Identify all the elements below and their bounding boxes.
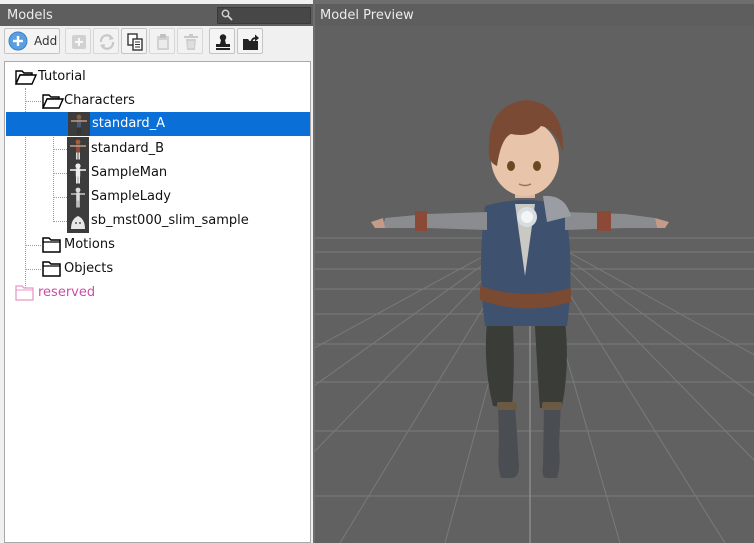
paste-button[interactable]	[149, 28, 175, 54]
slime-icon	[71, 216, 85, 229]
tree-item-label: Tutorial	[38, 69, 86, 84]
character-icon	[70, 163, 86, 184]
copy-icon	[127, 33, 143, 51]
model-thumbnail	[67, 185, 89, 209]
folder-open-icon	[15, 70, 37, 85]
folder-icon	[42, 261, 61, 277]
tree-item-label: Motions	[64, 237, 115, 252]
models-panel-header: Models	[0, 4, 313, 26]
character-icon	[71, 187, 85, 208]
export-icon	[243, 34, 259, 50]
tree-item-label: reserved	[38, 285, 96, 300]
stamp-icon	[216, 34, 230, 50]
character-icon	[70, 139, 86, 160]
model-thumbnail	[68, 112, 90, 136]
model-preview-viewport[interactable]	[315, 26, 754, 543]
tree-item-label: standard_A	[92, 116, 166, 131]
tree-item-characters[interactable]: Characters	[5, 89, 310, 113]
copy-button[interactable]	[121, 28, 147, 54]
delete-icon	[184, 34, 198, 50]
tree-item-label: SampleLady	[91, 189, 171, 204]
search-input[interactable]	[217, 7, 311, 24]
add-button-label: Add	[34, 34, 58, 48]
folder-icon	[42, 237, 61, 253]
tree-item-standard-a[interactable]: standard_A	[6, 112, 310, 136]
model-tree[interactable]: Tutorial Characters standard_A standard_…	[4, 61, 311, 543]
tree-item-slim-sample[interactable]: sb_mst000_slim_sample	[5, 209, 310, 233]
tree-item-objects[interactable]: Objects	[5, 257, 310, 281]
new-item-icon	[72, 35, 86, 49]
tree-item-label: Objects	[64, 261, 114, 276]
model-thumbnail	[67, 137, 89, 161]
new-item-button[interactable]	[65, 28, 91, 54]
add-icon	[8, 31, 28, 51]
tree-item-label: Characters	[64, 93, 135, 108]
tree-item-reserved[interactable]: reserved	[5, 281, 310, 305]
tree-item-label: sb_mst000_slim_sample	[91, 213, 249, 228]
tree-item-motions[interactable]: Motions	[5, 233, 310, 257]
tree-item-sampleman[interactable]: SampleMan	[5, 161, 310, 185]
paste-icon	[157, 34, 169, 50]
model-thumbnail	[67, 209, 89, 233]
refresh-button[interactable]	[93, 28, 119, 54]
tree-item-tutorial[interactable]: Tutorial	[5, 65, 310, 89]
stamp-button[interactable]	[209, 28, 235, 54]
folder-icon	[15, 285, 34, 301]
search-icon	[221, 9, 233, 21]
model-preview-title: Model Preview	[320, 8, 414, 23]
preview-scene	[315, 26, 754, 543]
character-icon	[71, 114, 87, 135]
tree-item-label: SampleMan	[91, 165, 168, 180]
model-preview-panel: Model Preview	[313, 0, 754, 543]
delete-button[interactable]	[177, 28, 203, 54]
tree-item-standard-b[interactable]: standard_B	[5, 137, 310, 161]
model-thumbnail	[67, 161, 89, 185]
models-panel-title: Models	[7, 8, 53, 23]
add-button[interactable]: Add	[4, 28, 60, 54]
models-toolbar: Add	[4, 28, 310, 56]
tree-item-label: standard_B	[91, 141, 165, 156]
refresh-icon	[99, 34, 115, 50]
models-panel: Models Add Tutorial Characters standard_…	[0, 0, 313, 543]
tree-item-samplelady[interactable]: SampleLady	[5, 185, 310, 209]
folder-open-icon	[42, 94, 64, 109]
export-button[interactable]	[237, 28, 263, 54]
model-preview-header: Model Preview	[315, 4, 754, 26]
